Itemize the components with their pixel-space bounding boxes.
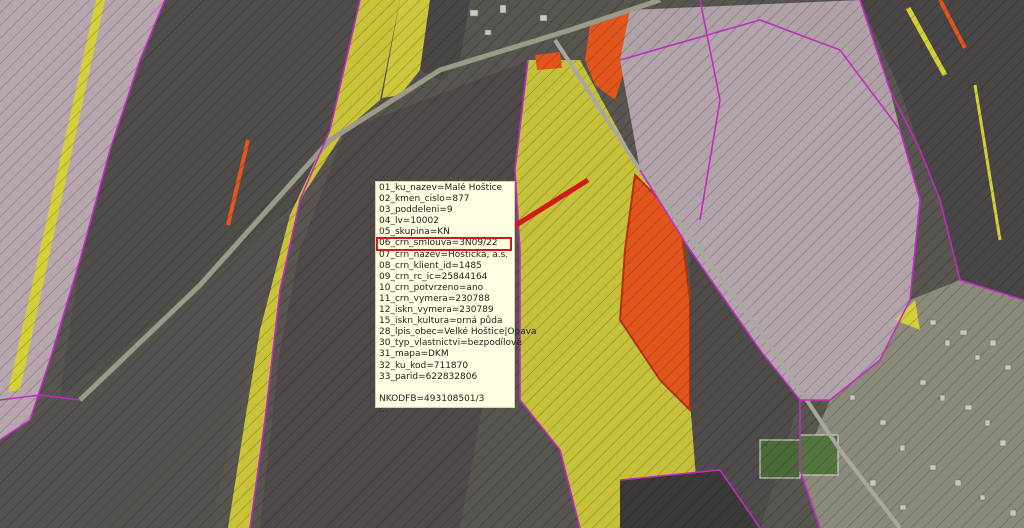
popup-row: 02_kmen_cislo=877 xyxy=(379,194,470,205)
popup-row: 10_crn_potvrzeno=ano xyxy=(379,282,484,293)
popup-row: 07_crn_nazev=Hoštická, a.s. xyxy=(379,249,509,260)
cadastral-map[interactable]: 01_ku_nazev=Malé Hoštice 02_kmen_cislo=87… xyxy=(0,0,1024,528)
popup-row: 09_crn_rc_ic=25844164 xyxy=(379,271,488,282)
popup-row: 04_lv=10002 xyxy=(379,216,439,227)
popup-row: 03_poddeleni=9 xyxy=(379,205,453,216)
parcel-info-popup: 01_ku_nazev=Malé Hoštice 02_kmen_cislo=87… xyxy=(375,181,537,415)
popup-row: 05_skupina=KN xyxy=(379,227,450,238)
popup-row: 15_iskn_kultura=orná půda xyxy=(379,316,503,327)
popup-row: 32_ku_kod=711870 xyxy=(379,360,469,371)
popup-row: 30_typ_vlastnictvi=bezpodílové xyxy=(379,338,522,349)
popup-row: 08_crn_klient_id=1485 xyxy=(379,260,482,271)
popup-row: 12_iskn_vymera=230789 xyxy=(379,305,494,316)
popup-row: 33_parid=622832806 xyxy=(379,371,478,382)
popup-attribute-list: 01_ku_nazev=Malé Hoštice 02_kmen_cislo=87… xyxy=(376,183,537,383)
popup-row: 11_crn_vymera=230788 xyxy=(379,293,490,304)
popup-row-highlighted: 06_crn_smlouva=3N09/22 xyxy=(376,237,512,251)
popup-footer: NKODFB=493108501/3 xyxy=(379,393,485,404)
popup-row: 28_lpis_obec=Velké Hoštice|Opava xyxy=(379,327,537,338)
popup-row: 01_ku_nazev=Malé Hoštice xyxy=(379,183,503,193)
popup-row: 31_mapa=DKM xyxy=(379,349,449,360)
popup-ellipsis: ... xyxy=(379,404,388,415)
